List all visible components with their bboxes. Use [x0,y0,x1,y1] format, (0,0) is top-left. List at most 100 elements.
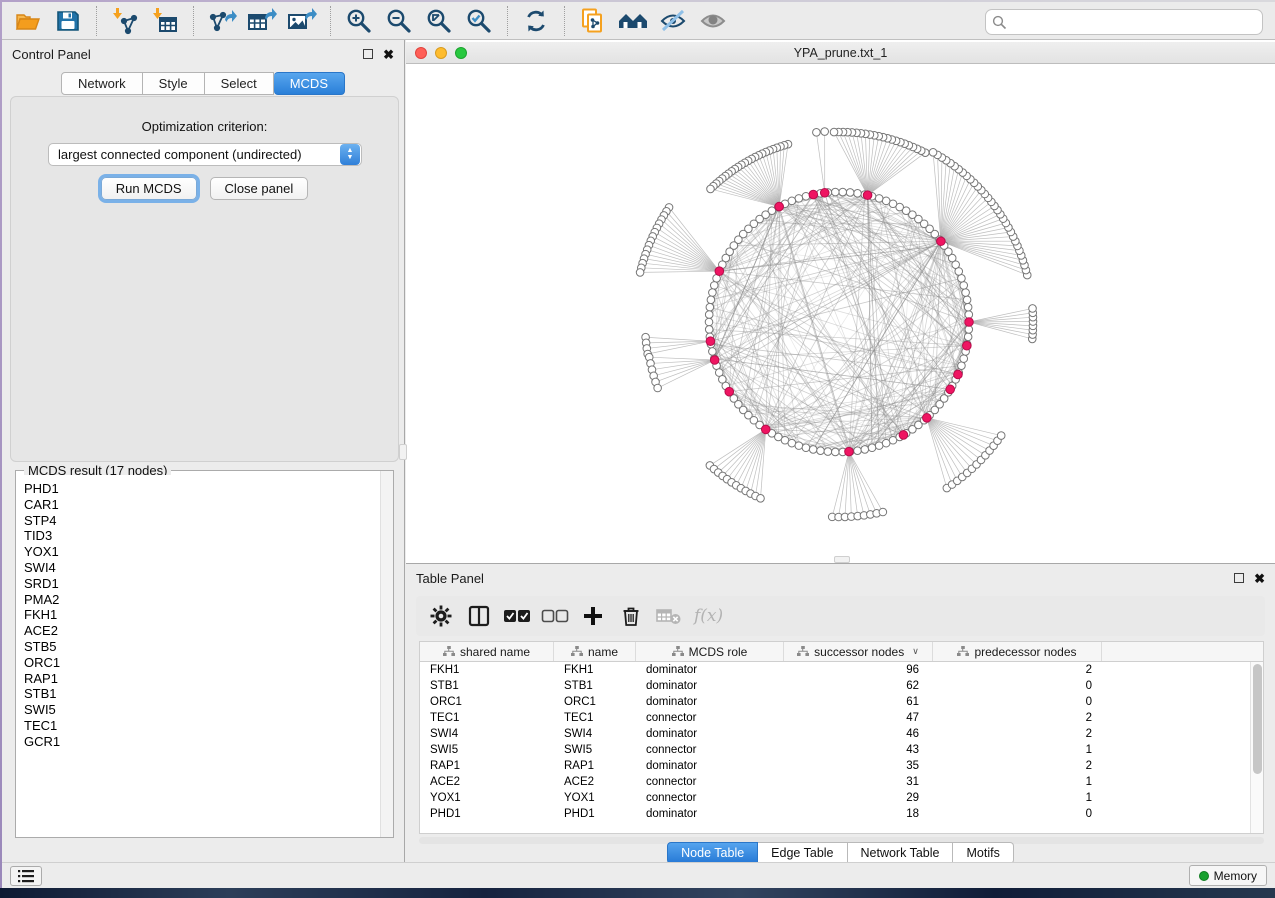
table-row[interactable]: YOX1YOX1connector291 [420,790,1250,806]
tab-network-table[interactable]: Network Table [848,842,954,864]
mcds-result-item[interactable]: YOX1 [24,544,380,560]
column-header-predecessor-nodes[interactable]: predecessor nodes [933,642,1102,661]
memory-button[interactable]: Memory [1189,865,1267,886]
export-network-icon[interactable] [206,5,238,37]
add-column-icon[interactable] [578,601,608,631]
mcds-list-scrollbar[interactable] [380,471,393,837]
split-handle-vertical[interactable] [399,444,407,460]
function-builder-icon[interactable]: f(x) [692,606,723,626]
mcds-result-item[interactable]: CAR1 [24,497,380,513]
float-panel-icon[interactable] [1234,573,1244,583]
toolbar-separator [507,6,508,36]
mcds-result-list[interactable]: PHD1CAR1STP4TID3YOX1SWI4SRD1PMA2FKH1ACE2… [17,475,380,836]
table-vertical-scrollbar[interactable] [1250,662,1263,833]
mcds-result-item[interactable]: TID3 [24,528,380,544]
control-panel: Control Panel ✖ NetworkStyleSelectMCDS O… [2,40,405,862]
delete-table-icon[interactable] [654,601,684,631]
first-neighbors-icon[interactable] [617,5,649,37]
export-image-icon[interactable] [286,5,318,37]
table-body: FKH1FKH1dominator962STB1STB1dominator620… [420,662,1250,833]
tab-node-table[interactable]: Node Table [667,842,758,864]
mcds-result-item[interactable]: SRD1 [24,576,380,592]
search-input[interactable] [985,9,1263,35]
select-all-icon[interactable] [502,601,532,631]
table-row[interactable]: STB1STB1dominator620 [420,678,1250,694]
delete-column-icon[interactable] [616,601,646,631]
mcds-result-item[interactable]: STP4 [24,513,380,529]
close-panel-icon[interactable]: ✖ [1254,572,1265,585]
cell-successor-nodes: 62 [784,680,933,692]
mcds-result-item[interactable]: ACE2 [24,623,380,639]
close-panel-button[interactable]: Close panel [210,177,309,200]
split-handle-horizontal[interactable] [834,556,850,563]
run-mcds-button[interactable]: Run MCDS [101,177,197,200]
table-row[interactable]: ACE2ACE2connector311 [420,774,1250,790]
zoom-out-icon[interactable] [383,5,415,37]
cell-predecessor-nodes: 1 [933,744,1102,756]
mcds-result-item[interactable]: TEC1 [24,718,380,734]
zoom-in-icon[interactable] [343,5,375,37]
scrollbar-thumb[interactable] [1253,664,1262,774]
split-columns-icon[interactable] [464,601,494,631]
cell-name: ORC1 [554,696,636,708]
zoom-fit-icon[interactable] [423,5,455,37]
mcds-result-item[interactable]: ORC1 [24,655,380,671]
network-window-titlebar: YPA_prune.txt_1 [406,42,1275,64]
float-panel-icon[interactable] [363,49,373,59]
criterion-select[interactable]: largest connected component (undirected)… [48,143,362,166]
new-network-from-selection-icon[interactable] [577,5,609,37]
table-row[interactable]: FKH1FKH1dominator962 [420,662,1250,678]
network-canvas[interactable] [406,65,1275,563]
mcds-result-item[interactable]: STB5 [24,639,380,655]
hide-selected-icon[interactable] [657,5,689,37]
table-row[interactable]: TEC1TEC1connector472 [420,710,1250,726]
table-row[interactable]: PHD1PHD1dominator180 [420,806,1250,822]
table-row[interactable]: ORC1ORC1dominator610 [420,694,1250,710]
tab-motifs[interactable]: Motifs [953,842,1013,864]
mcds-result-item[interactable]: SWI5 [24,702,380,718]
mcds-result-item[interactable]: SWI4 [24,560,380,576]
toolbar-separator [564,6,565,36]
show-all-icon[interactable] [697,5,729,37]
cell-name: STB1 [554,680,636,692]
export-table-icon[interactable] [246,5,278,37]
refresh-icon[interactable] [520,5,552,37]
column-header-MCDS-role[interactable]: MCDS role [636,642,784,661]
unselect-all-icon[interactable] [540,601,570,631]
cell-predecessor-nodes: 2 [933,712,1102,724]
column-type-icon [672,646,684,657]
save-icon[interactable] [52,5,84,37]
column-header-successor-nodes[interactable]: successor nodes∨ [784,642,933,661]
cell-MCDS-role: dominator [636,696,784,708]
column-header-name[interactable]: name [554,642,636,661]
cell-MCDS-role: connector [636,792,784,804]
mcds-result-item[interactable]: FKH1 [24,607,380,623]
main-toolbar [2,2,1275,40]
cell-MCDS-role: connector [636,776,784,788]
mcds-result-group: MCDS result (17 nodes) PHD1CAR1STP4TID3Y… [15,470,394,838]
column-header-shared-name[interactable]: shared name [420,642,554,661]
cell-predecessor-nodes: 1 [933,792,1102,804]
zoom-selected-icon[interactable] [463,5,495,37]
mcds-result-item[interactable]: PHD1 [24,481,380,497]
table-row[interactable]: SWI5SWI5connector431 [420,742,1250,758]
tab-select[interactable]: Select [205,72,274,95]
cell-MCDS-role: dominator [636,664,784,676]
import-table-icon[interactable] [149,5,181,37]
mcds-result-item[interactable]: STB1 [24,686,380,702]
mcds-result-item[interactable]: GCR1 [24,734,380,750]
mcds-result-item[interactable]: PMA2 [24,592,380,608]
tab-network[interactable]: Network [61,72,143,95]
mcds-result-item[interactable]: RAP1 [24,671,380,687]
task-history-button[interactable] [10,866,42,886]
table-row[interactable]: SWI4SWI4dominator462 [420,726,1250,742]
tab-edge-table[interactable]: Edge Table [758,842,847,864]
open-folder-icon[interactable] [12,5,44,37]
gear-icon[interactable] [426,601,456,631]
tab-mcds[interactable]: MCDS [274,72,345,95]
import-network-icon[interactable] [109,5,141,37]
cell-shared-name: RAP1 [420,760,554,772]
table-row[interactable]: RAP1RAP1dominator352 [420,758,1250,774]
close-panel-icon[interactable]: ✖ [383,48,394,61]
tab-style[interactable]: Style [143,72,205,95]
